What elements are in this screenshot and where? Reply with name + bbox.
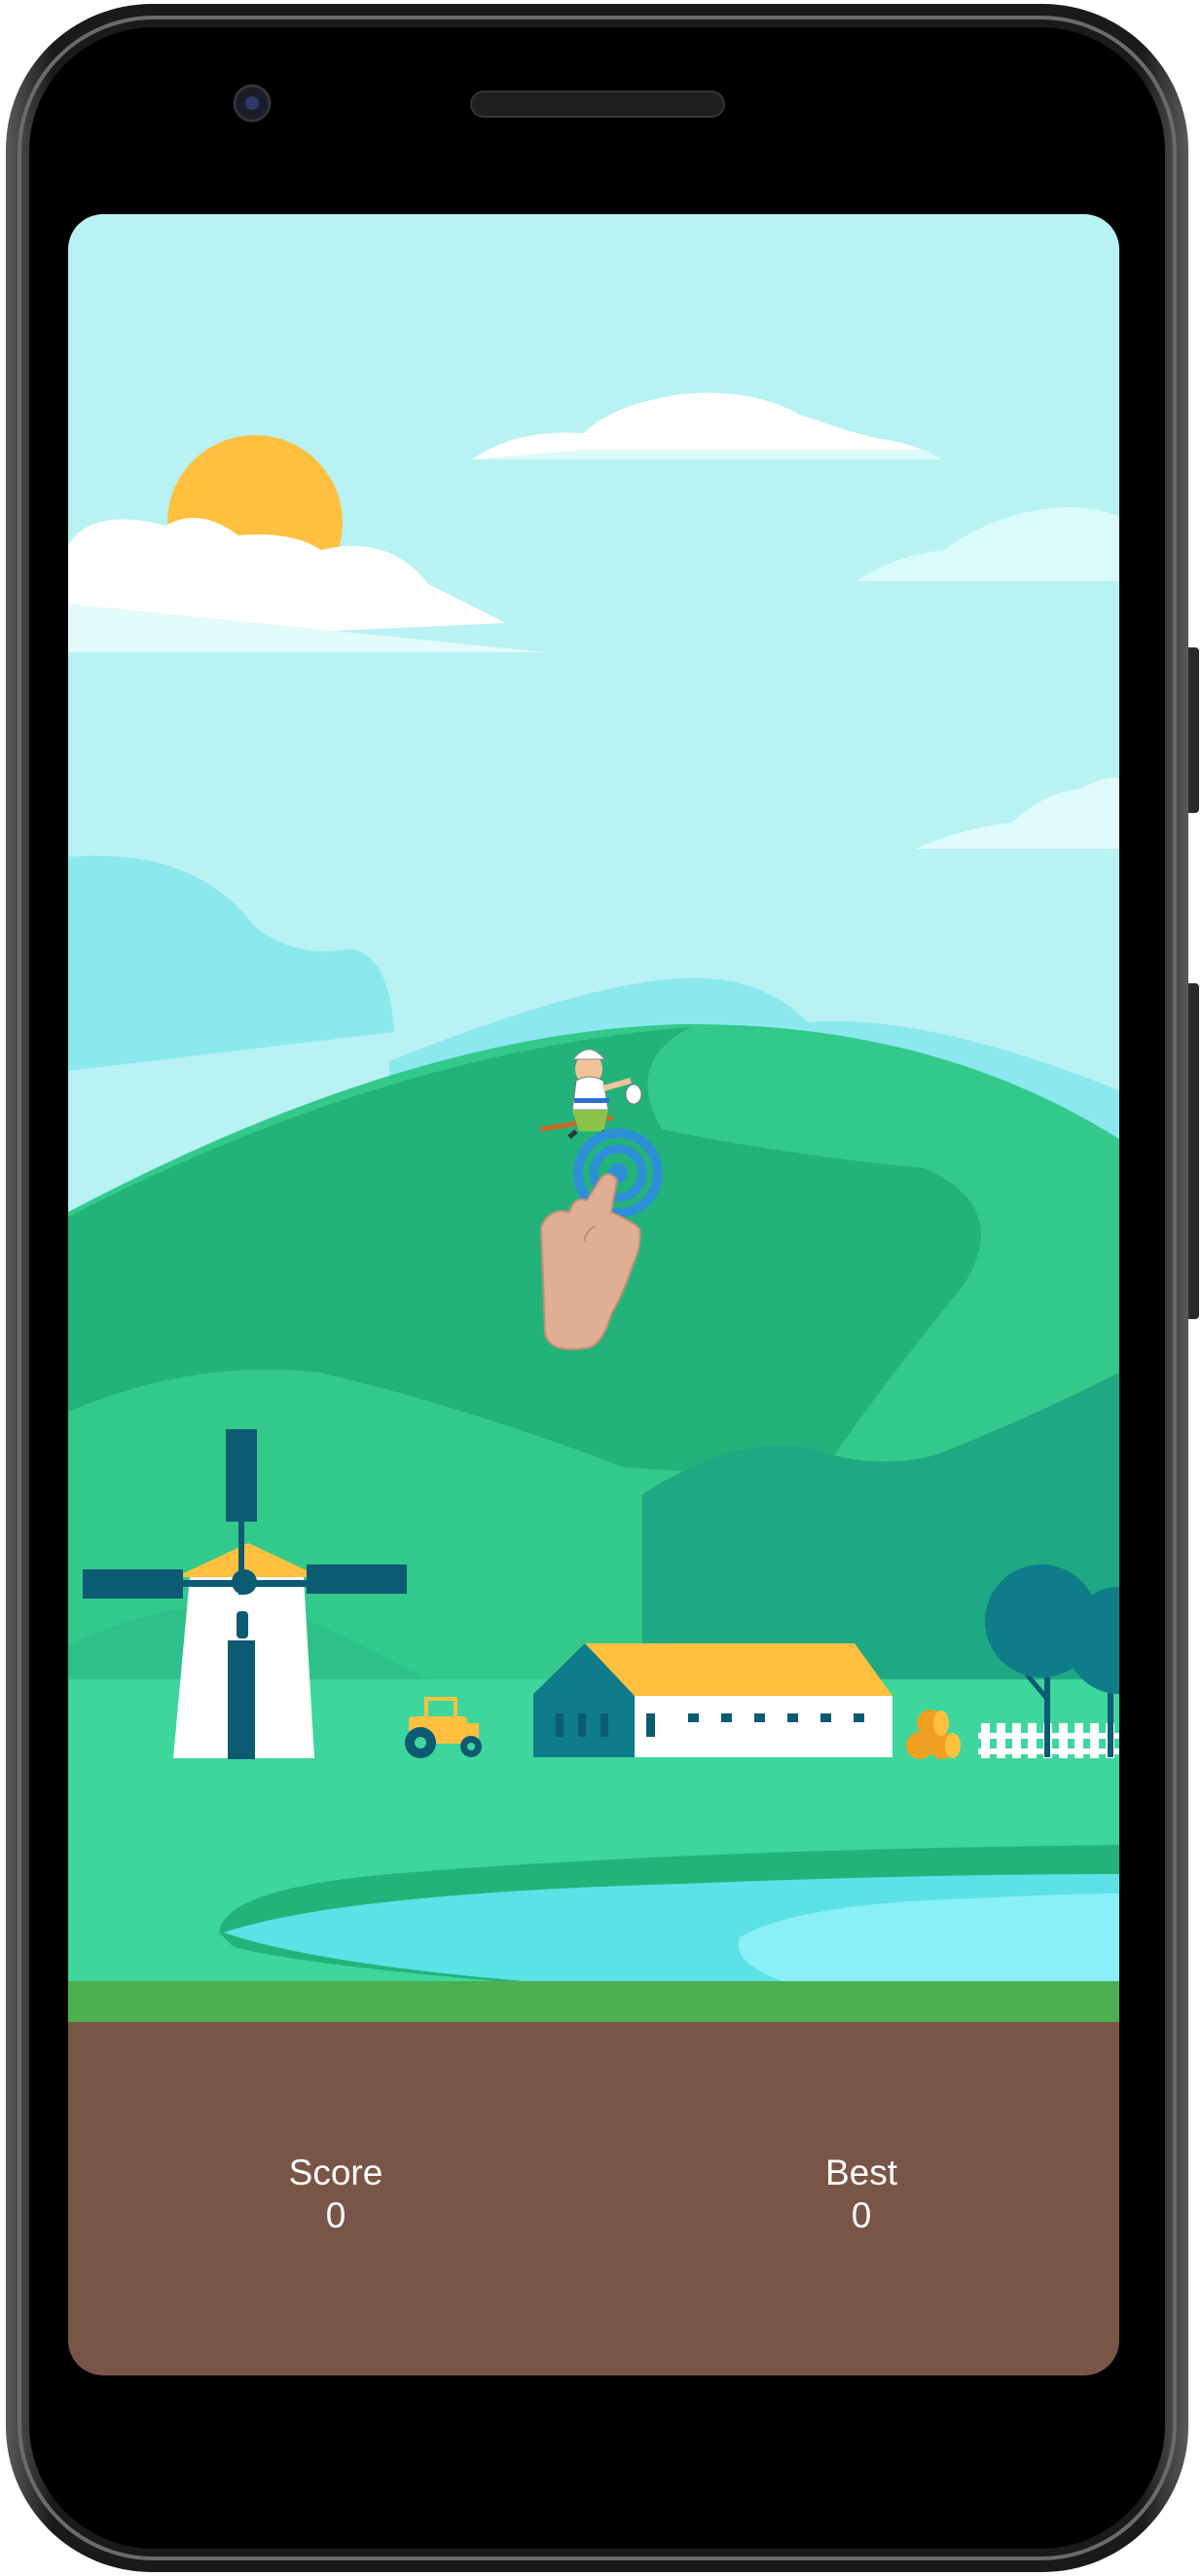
score-value: 0: [325, 2195, 346, 2235]
game-screen[interactable]: Score 0 Best 0: [68, 214, 1119, 2375]
best-display: Best 0: [715, 2152, 1007, 2237]
best-label: Best: [824, 2153, 898, 2192]
speaker-grille: [470, 91, 725, 118]
best-value: 0: [851, 2195, 872, 2235]
score-display: Score 0: [190, 2152, 482, 2237]
score-label: Score: [288, 2153, 383, 2192]
